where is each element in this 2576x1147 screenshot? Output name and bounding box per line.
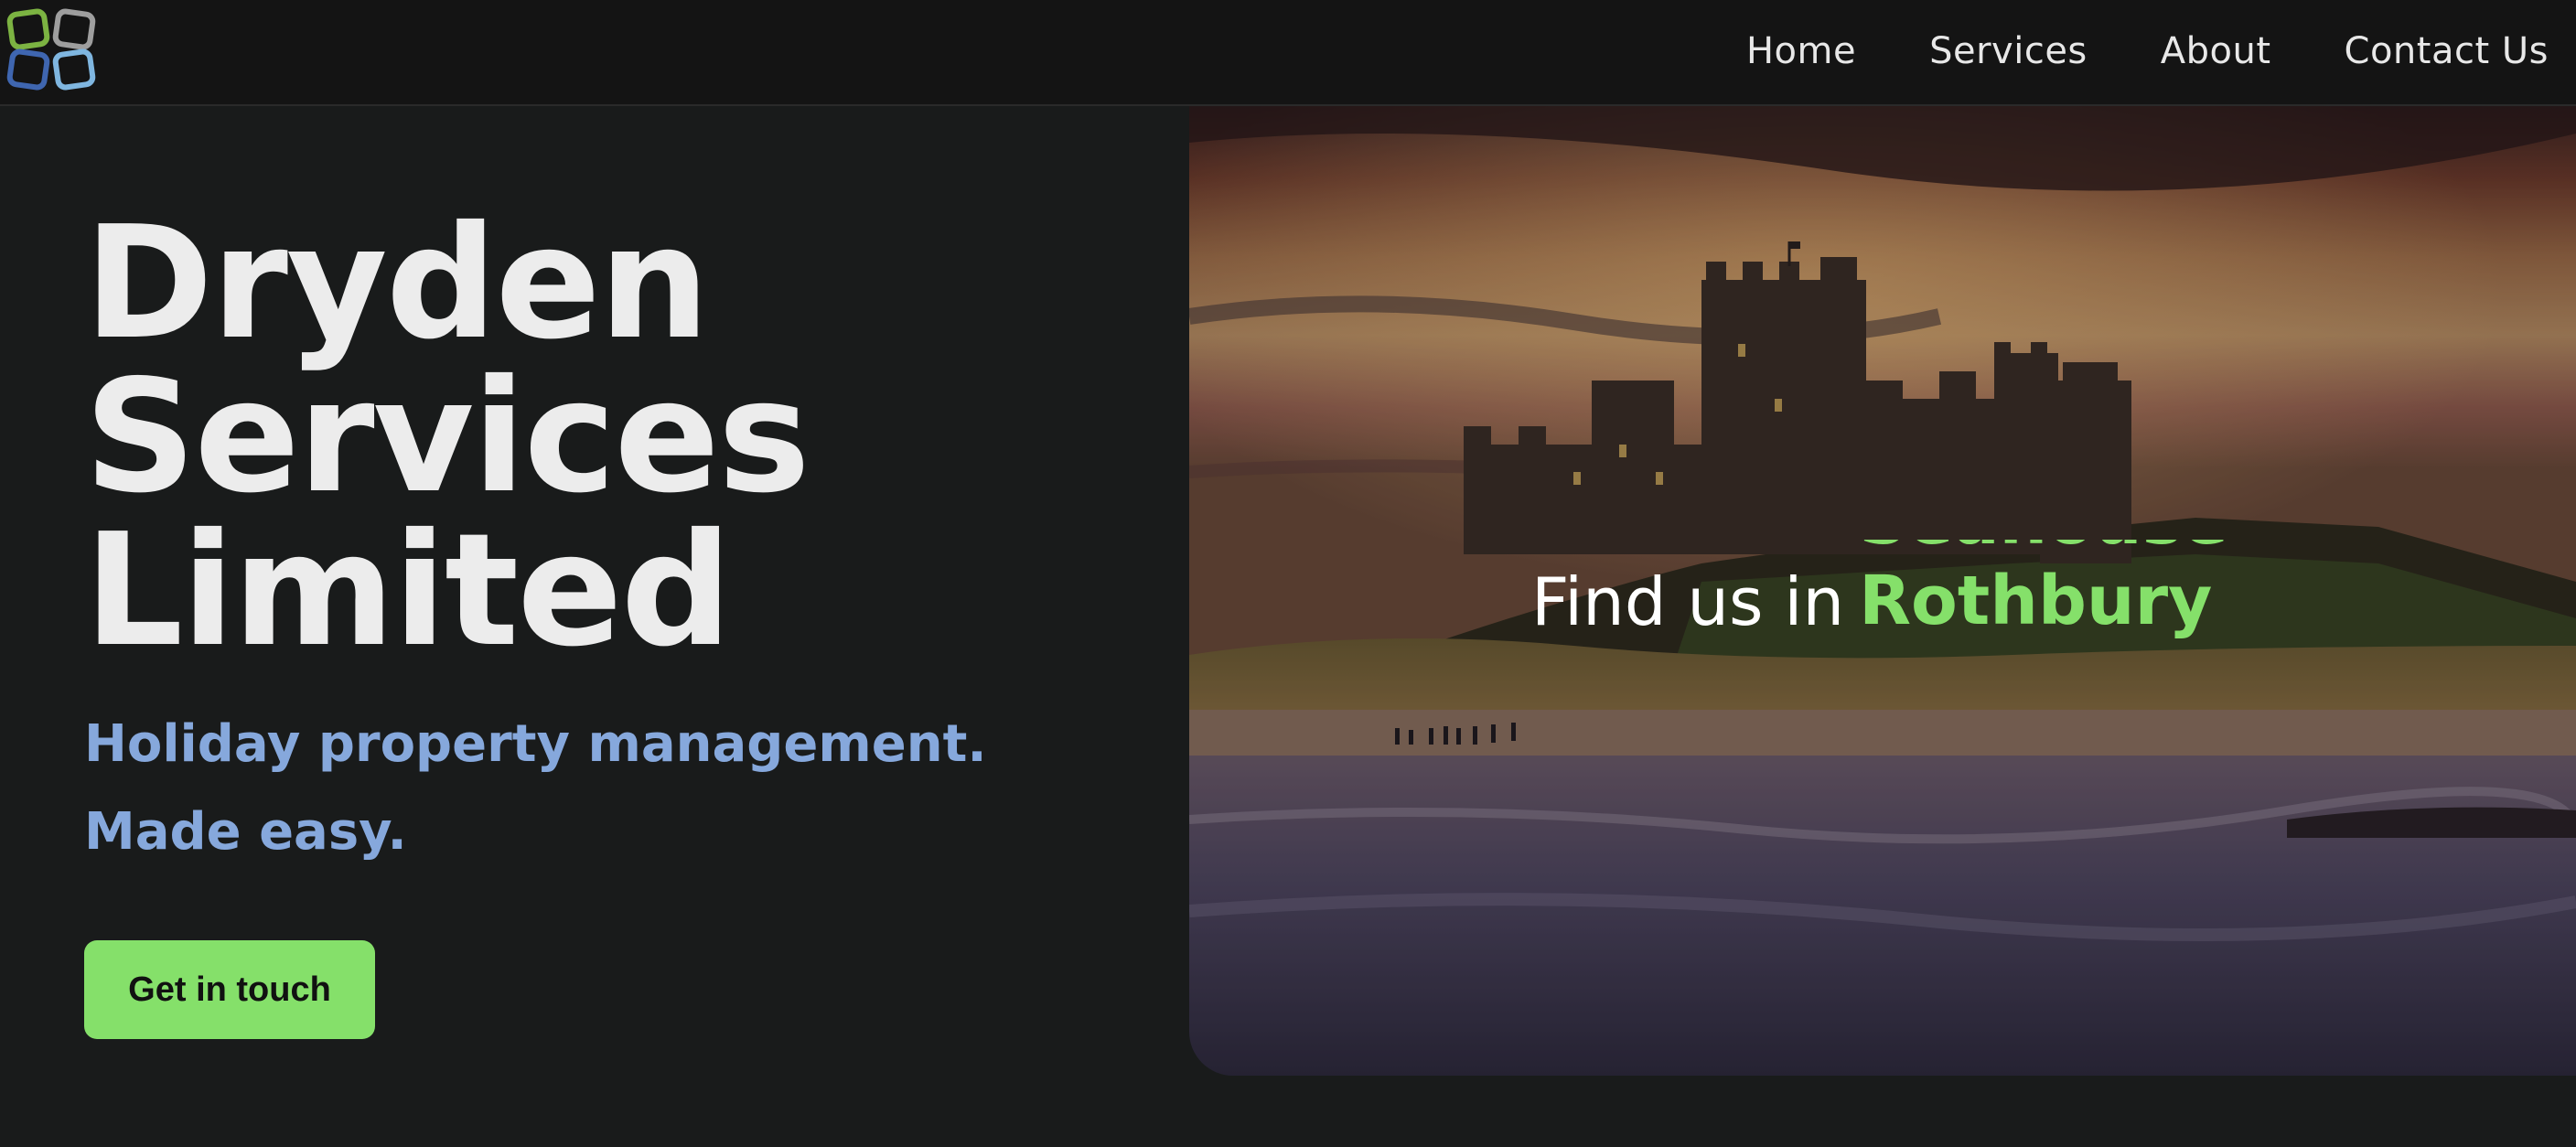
company-logo[interactable]: [5, 5, 97, 93]
tagline-line: Holiday property management.: [84, 714, 987, 774]
nav-contact-link[interactable]: Contact Us: [2345, 30, 2549, 72]
top-navbar: Home Services About Contact Us: [0, 0, 2576, 106]
nav-about-link[interactable]: About: [2161, 30, 2271, 72]
town-name-current: Rothbury: [1859, 562, 2213, 640]
get-in-touch-button[interactable]: Get in touch: [84, 940, 375, 1039]
tagline-line: Made easy.: [84, 802, 407, 862]
title-line: Dryden: [84, 193, 710, 374]
main-navigation: Home Services About Contact Us: [1746, 0, 2549, 102]
find-us-label: Find us in: [1531, 563, 1845, 640]
location-rotator: Find us in Seahouses Rothbury: [1531, 540, 2225, 640]
town-rotator: Seahouses Rothbury: [1859, 540, 2225, 640]
tagline: Holiday property management. Made easy.: [84, 701, 987, 876]
nav-home-link[interactable]: Home: [1746, 30, 1856, 72]
title-line: Limited: [84, 500, 732, 681]
page-title: Dryden Services Limited: [84, 193, 810, 681]
nav-services-link[interactable]: Services: [1929, 30, 2088, 72]
hero-image: Find us in Seahouses Rothbury: [1189, 106, 2576, 1076]
hero-intro: Dryden Services Limited Holiday property…: [0, 108, 1189, 1147]
title-line: Services: [84, 347, 810, 528]
town-name-previous: Seahouses: [1859, 540, 2225, 560]
